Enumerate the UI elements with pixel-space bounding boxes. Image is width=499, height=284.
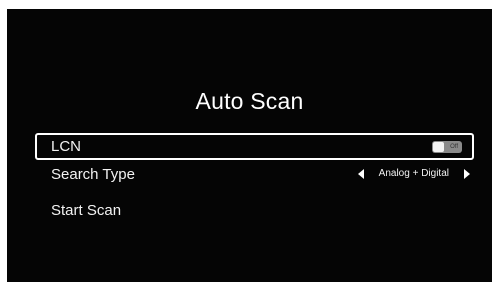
menu-item-label: Start Scan bbox=[51, 202, 122, 219]
toggle-state-label: Off bbox=[450, 144, 458, 150]
toggle-knob bbox=[433, 142, 444, 152]
triangle-left-icon[interactable] bbox=[357, 168, 364, 179]
search-type-value: Analog + Digital bbox=[378, 168, 449, 179]
tv-screen: Auto Scan LCN Off Search Type Analog + D… bbox=[7, 9, 492, 282]
search-type-selector[interactable]: Analog + Digital bbox=[357, 168, 470, 179]
menu-item-search-type[interactable]: Search Type Analog + Digital bbox=[35, 161, 474, 188]
menu-item-label: LCN bbox=[51, 138, 82, 155]
lcn-toggle[interactable]: Off bbox=[432, 141, 462, 153]
menu-item-lcn[interactable]: LCN Off bbox=[35, 133, 474, 160]
page-title: Auto Scan bbox=[195, 88, 304, 114]
menu-item-start-scan[interactable]: Start Scan bbox=[35, 197, 474, 224]
menu-item-label: Search Type bbox=[51, 166, 135, 183]
triangle-right-icon[interactable] bbox=[464, 168, 470, 179]
